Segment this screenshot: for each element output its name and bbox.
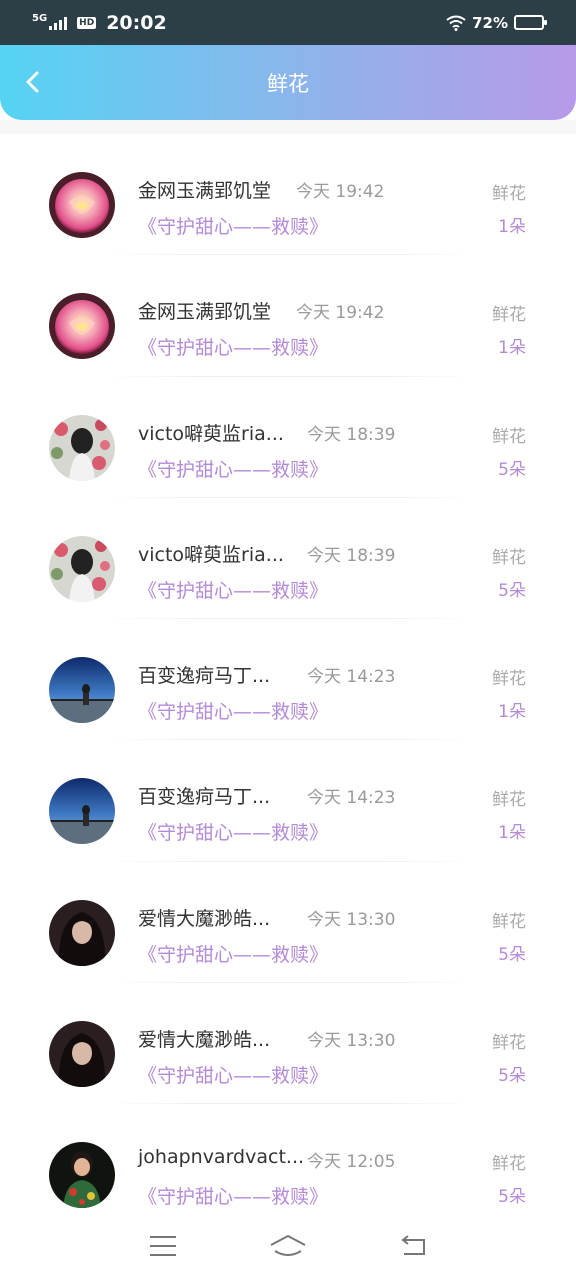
- gift-time: 今天 18:39: [307, 424, 396, 445]
- girl-flowers-avatar[interactable]: [49, 414, 115, 481]
- gift-count: 5朵: [498, 459, 526, 480]
- gift-time: 今天 13:30: [307, 1031, 396, 1052]
- gift-time: 今天 19:42: [296, 303, 385, 324]
- sender-name: 金网玉满郢饥堂: [138, 180, 272, 202]
- gift-list-item[interactable]: victo噼萸监ria... 今天 18:39 《守护甜心——救赎》 鲜花 5朵: [0, 377, 576, 498]
- gift-count: 1朵: [498, 702, 526, 723]
- gift-count: 5朵: [498, 580, 526, 601]
- gift-time: 今天 18:39: [307, 545, 396, 566]
- return-icon: [401, 1235, 426, 1255]
- gift-type: 鲜花: [492, 1154, 526, 1175]
- gift-time: 今天 12:05: [307, 1152, 396, 1173]
- home-icon: [270, 1234, 306, 1256]
- gift-time: 今天 13:30: [307, 909, 396, 930]
- gift-list-item[interactable]: victo噼萸监ria... 今天 18:39 《守护甜心——救赎》 鲜花 5朵: [0, 498, 576, 620]
- sender-name: 爱情大魔渺皓...: [138, 1029, 271, 1052]
- gift-list-item[interactable]: 百变逸疴马丁... 今天 14:23 《守护甜心——救赎》 鲜花 1朵: [0, 619, 576, 741]
- gift-count: 1朵: [498, 217, 526, 237]
- work-title[interactable]: 《守护甜心——救赎》: [138, 1061, 328, 1088]
- gift-list-item[interactable]: johapnvardvact... 今天 12:05 《守护甜心——救赎》 鲜花…: [0, 1104, 576, 1226]
- anime-sky-avatar[interactable]: [49, 778, 115, 845]
- gift-type: 鲜花: [492, 305, 526, 326]
- anime-sky-avatar[interactable]: [49, 657, 115, 724]
- hd-badge: HD: [77, 16, 97, 29]
- gift-count: 1朵: [498, 338, 526, 359]
- network-type: 5G: [32, 12, 48, 24]
- rose-avatar[interactable]: [49, 293, 115, 360]
- work-title[interactable]: 《守护甜心——救赎》: [138, 333, 328, 360]
- rose-avatar[interactable]: [49, 172, 115, 238]
- gift-type: 鲜花: [492, 1033, 526, 1054]
- menu-icon: [149, 1236, 176, 1256]
- gift-type: 鲜花: [492, 669, 526, 690]
- gift-type: 鲜花: [492, 426, 526, 447]
- header-bar: 鲜花: [0, 45, 576, 120]
- sender-name: 百变逸疴马丁...: [138, 665, 271, 688]
- gift-time: 今天 19:42: [296, 182, 385, 202]
- gift-time: 今天 14:23: [307, 788, 396, 809]
- gift-list: 金网玉满郢饥堂 今天 19:42 《守护甜心——救赎》 鲜花 1朵 金网玉满郢饥…: [0, 134, 576, 1226]
- gift-count: 1朵: [498, 823, 526, 844]
- sender-name: 金网玉满郢饥堂: [138, 301, 272, 324]
- page-title: 鲜花: [267, 71, 309, 96]
- gift-list-item[interactable]: 金网玉满郢饥堂 今天 19:42 《守护甜心——救赎》 鲜花 1朵: [0, 134, 576, 256]
- sender-name: 爱情大魔渺皓...: [138, 907, 271, 930]
- status-bar: 5G HD 20:02 72%: [0, 0, 576, 45]
- work-title[interactable]: 《守护甜心——救赎》: [138, 455, 328, 482]
- gift-type: 鲜花: [492, 790, 526, 811]
- signal-icon: [49, 16, 68, 30]
- sender-name: 百变逸疴马丁...: [138, 786, 271, 809]
- dark-hair-avatar[interactable]: [49, 1021, 115, 1088]
- return-button[interactable]: [393, 1229, 433, 1263]
- girl-flowers-avatar[interactable]: [49, 535, 115, 602]
- gift-list-item[interactable]: 爱情大魔渺皓... 今天 13:30 《守护甜心——救赎》 鲜花 5朵: [0, 862, 576, 984]
- home-button[interactable]: [268, 1229, 308, 1263]
- battery-icon: [514, 15, 547, 30]
- gift-type: 鲜花: [492, 911, 526, 932]
- gift-type: 鲜花: [492, 184, 526, 204]
- work-title[interactable]: 《守护甜心——救赎》: [138, 697, 328, 724]
- work-title[interactable]: 《守护甜心——救赎》: [138, 818, 328, 845]
- sender-name: victo噼萸监ria...: [138, 543, 284, 566]
- gift-type: 鲜花: [492, 547, 526, 568]
- work-title[interactable]: 《守护甜心——救赎》: [138, 212, 328, 239]
- status-time: 20:02: [106, 11, 167, 34]
- dark-hair-avatar[interactable]: [49, 899, 115, 966]
- system-nav-bar: [0, 1212, 576, 1280]
- work-title[interactable]: 《守护甜心——救赎》: [138, 1182, 328, 1209]
- work-title[interactable]: 《守护甜心——救赎》: [138, 940, 328, 967]
- battery-percent: 72%: [472, 13, 508, 32]
- menu-button[interactable]: [143, 1229, 183, 1263]
- gift-count: 5朵: [498, 1066, 526, 1087]
- sender-name: johapnvardvact...: [138, 1146, 305, 1169]
- gift-time: 今天 14:23: [307, 667, 396, 688]
- wifi-icon: [446, 15, 466, 31]
- gift-count: 5朵: [498, 944, 526, 965]
- chevron-left-icon: [26, 71, 39, 93]
- gift-list-item[interactable]: 百变逸疴马丁... 今天 14:23 《守护甜心——救赎》 鲜花 1朵: [0, 740, 576, 862]
- gift-list-item[interactable]: 爱情大魔渺皓... 今天 13:30 《守护甜心——救赎》 鲜花 5朵: [0, 983, 576, 1105]
- back-button[interactable]: [18, 67, 48, 97]
- header-divider: [0, 120, 576, 134]
- sender-name: victo噼萸监ria...: [138, 422, 284, 445]
- gift-list-item[interactable]: 金网玉满郢饥堂 今天 19:42 《守护甜心——救赎》 鲜花 1朵: [0, 255, 576, 377]
- qipao-avatar[interactable]: [49, 1142, 115, 1209]
- work-title[interactable]: 《守护甜心——救赎》: [138, 576, 328, 603]
- gift-count: 5朵: [498, 1187, 526, 1208]
